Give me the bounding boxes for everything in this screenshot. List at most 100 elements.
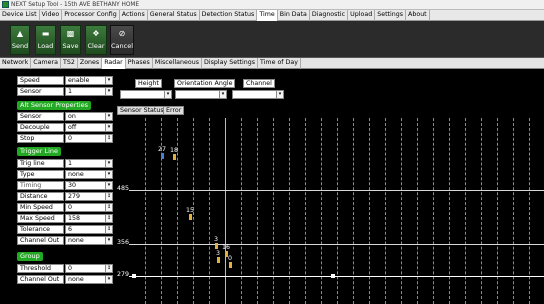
stepper-arrows-icon: ↕ [105,193,112,200]
tab-settings[interactable]: Settings [375,10,407,21]
subtab-miscellaneous[interactable]: Miscellaneous [153,58,202,69]
height-select[interactable]: ▾ [120,90,172,99]
sensor-status-tab[interactable]: Sensor Status [117,106,167,115]
subtab-network[interactable]: Network [0,58,32,69]
vehicle-speed-label: 16 [222,244,231,251]
chevron-down-icon: ▾ [219,91,226,98]
config-subtab-bar: Network Camera TS2 Zones Radar Phases Mi… [0,58,544,69]
trigger-channel-out-select[interactable]: none ▾ [65,236,113,245]
error-tab[interactable]: Error [163,106,185,115]
chevron-down-icon: ▾ [105,237,112,244]
tab-device-list[interactable]: Device List [0,10,40,21]
vehicle-bar [188,214,192,220]
send-label: Send [11,42,29,50]
vehicle-bar [228,262,232,268]
min-speed-label: Min Speed [17,203,64,212]
speed-display-value: enable [68,77,90,84]
threshold-label: Threshold [17,264,64,273]
orientation-angle-header: Orientation Angle [174,79,236,88]
trigger-line-header: Trigger Line [17,147,62,156]
tab-upload[interactable]: Upload [348,10,376,21]
subtab-phases[interactable]: Phases [126,58,153,69]
subtab-display-settings[interactable]: Display Settings [202,58,259,69]
title-bar: NEXT Setup Tool - 15th AVE BETHANY HOME [0,0,544,10]
tab-detection-status[interactable]: Detection Status [200,10,258,21]
alt-sensor-properties-header: Alt Sensor Properties [17,101,92,110]
timing-value: 30 [68,182,77,189]
trig-line-select[interactable]: 1 ▾ [65,159,113,168]
tab-video[interactable]: Video [40,10,63,21]
tab-general-status[interactable]: General Status [148,10,200,21]
trigger-line-handle[interactable] [132,274,136,278]
clear-button[interactable]: ❖ Clear [85,25,107,55]
chevron-down-icon: ▾ [105,276,112,283]
subtab-ts2[interactable]: TS2 [61,58,78,69]
cancel-label: Cancel [111,42,134,50]
subtab-camera[interactable]: Camera [31,58,62,69]
distance-line[interactable] [129,190,544,191]
save-button[interactable]: ▩ Save [60,25,81,55]
threshold-value: 0 [68,265,73,272]
stepper-arrows-icon: ↕ [105,215,112,222]
tab-diagnostic[interactable]: Diagnostic [310,10,349,21]
distance-stepper[interactable]: 279 ↕ [65,192,113,201]
min-speed-value: 0 [68,204,73,211]
alt-sensor-select[interactable]: on ▾ [65,112,113,121]
toolbar: ▲ Send ▬ Load ▩ Save ❖ Clear ⊘ Cancel [0,21,544,58]
chevron-down-icon: ▾ [164,91,171,98]
decouple-select[interactable]: off ▾ [65,123,113,132]
max-speed-value: 158 [68,215,81,222]
subtab-radar[interactable]: Radar [102,58,126,69]
save-label: Save [62,42,79,50]
height-header: Height [135,79,162,88]
sensor-number-value: 1 [68,88,73,95]
distance-value: 279 [68,193,81,200]
group-header: Group [17,252,43,261]
chevron-down-icon: ▾ [105,171,112,178]
tab-actions[interactable]: Actions [120,10,148,21]
tolerance-value: 6 [68,226,73,233]
tab-time[interactable]: Time [257,10,278,21]
alt-sensor-value: on [68,113,76,120]
distance-line[interactable] [129,244,544,245]
distance-line-label: 356 [117,239,130,246]
radar-graph: 485 356 279 27 18 15 3 16 3 0 [115,116,544,304]
stop-distance-stepper[interactable]: 0 ↕ [65,134,113,143]
chevron-down-icon: ▾ [105,88,112,95]
clear-label: Clear [87,42,105,50]
group-channel-out-select[interactable]: none ▾ [65,275,113,284]
chevron-down-icon: ▾ [105,77,112,84]
tab-bin-data[interactable]: Bin Data [278,10,310,21]
min-speed-stepper[interactable]: 0 ↕ [65,203,113,212]
tolerance-stepper[interactable]: 6 ↕ [65,225,113,234]
type-value: none [68,171,84,178]
cancel-button[interactable]: ⊘ Cancel [110,25,134,55]
max-speed-stepper[interactable]: 158 ↕ [65,214,113,223]
distance-label: Distance [17,192,64,201]
decouple-value: off [68,124,77,131]
orientation-angle-select[interactable]: ▾ [175,90,227,99]
trigger-line[interactable] [129,276,544,277]
subtab-zones[interactable]: Zones [78,58,103,69]
timing-select[interactable]: 30 ▾ [65,181,113,190]
vehicle-marker: 18 [170,147,178,160]
tab-processor-config[interactable]: Processor Config [62,10,120,21]
speed-display-select[interactable]: enable ▾ [65,76,113,85]
send-button[interactable]: ▲ Send [10,25,30,55]
type-select[interactable]: none ▾ [65,170,113,179]
trig-line-label: Trig line [17,159,64,168]
trigger-line-handle[interactable] [331,274,335,278]
subtab-time-of-day[interactable]: Time of Day [258,58,301,69]
threshold-stepper[interactable]: 0 ↕ [65,264,113,273]
chevron-down-icon: ▾ [105,113,112,120]
distance-line-label: 485 [117,185,130,192]
vehicle-marker: 3 [214,236,218,249]
main-tab-bar: Device List Video Processor Config Actio… [0,10,544,21]
tolerance-label: Tolerance [17,225,64,234]
chevron-down-icon: ▾ [105,182,112,189]
alt-sensor-label: Sensor [17,112,64,121]
channel-select[interactable]: ▾ [232,90,284,99]
tab-about[interactable]: About [406,10,430,21]
load-button[interactable]: ▬ Load [35,25,56,55]
sensor-number-select[interactable]: 1 ▾ [65,87,113,96]
